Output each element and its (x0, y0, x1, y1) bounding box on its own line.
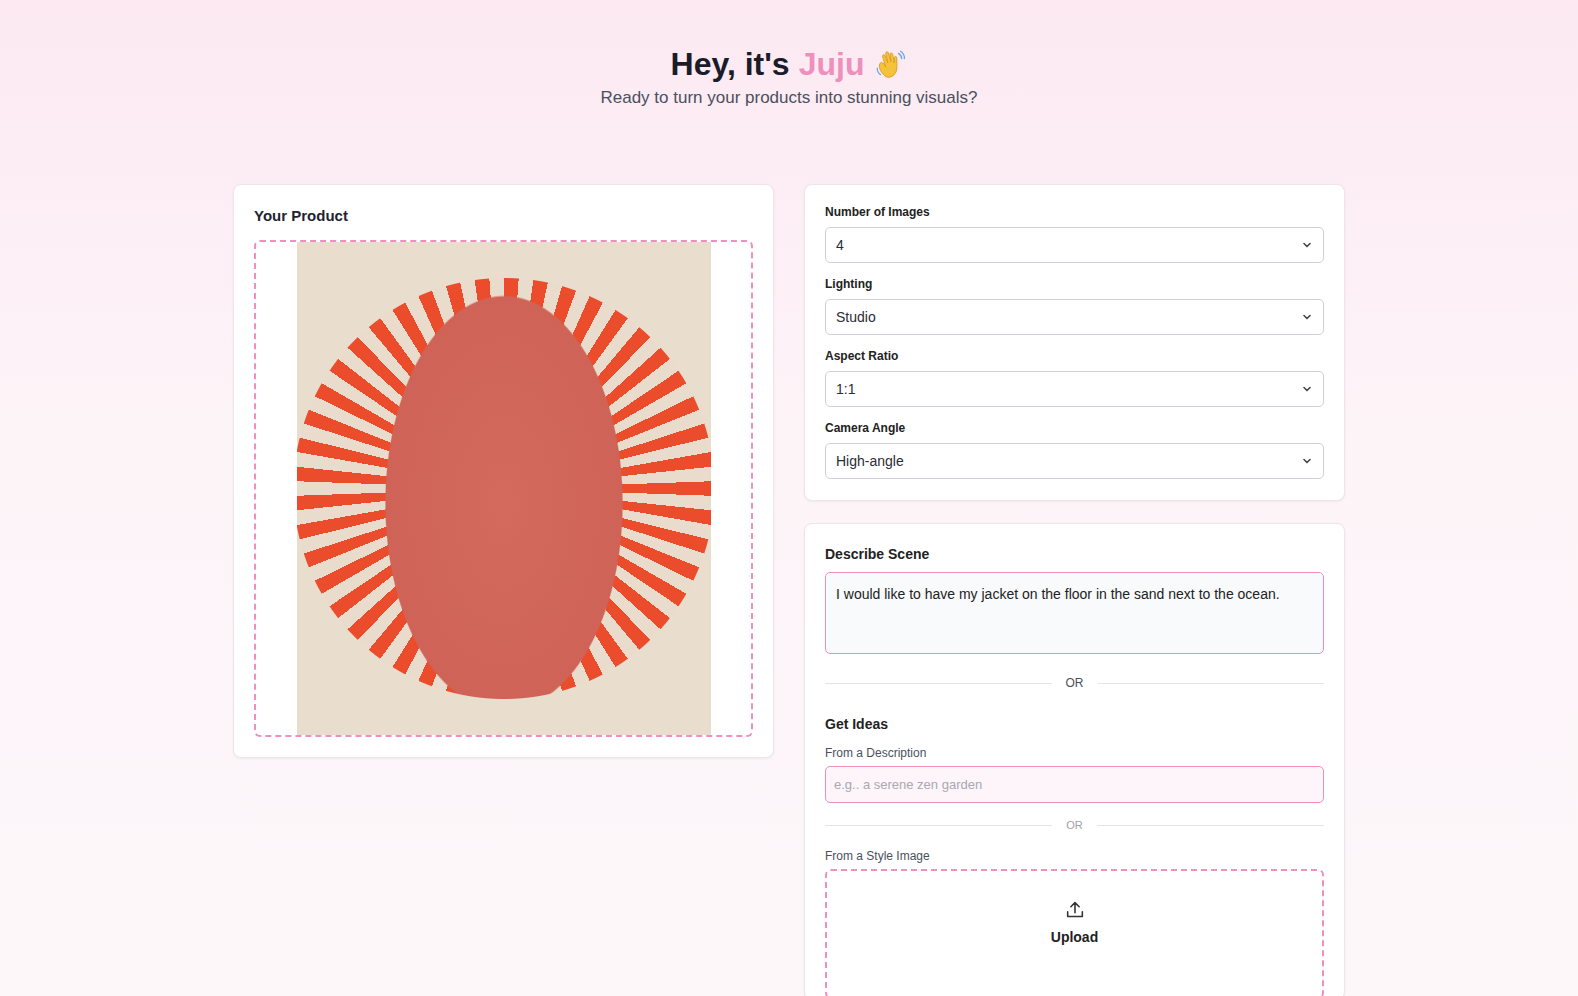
subtitle: Ready to turn your products into stunnin… (0, 88, 1578, 108)
setting-field: Lighting Studio (825, 277, 1324, 335)
description-input[interactable]: e.g.. a serene zen garden (825, 766, 1324, 803)
or-divider: OR (825, 819, 1324, 831)
settings-card: Number of Images 4 Lighting Studio Aspect Ra… (804, 184, 1345, 501)
setting-label: Aspect Ratio (825, 349, 1324, 363)
greeting-title: Hey, it'sJuju (0, 44, 1578, 84)
greeting-text: Hey, it's (671, 44, 790, 84)
select-value: High-angle (836, 453, 904, 469)
upload-text: Upload (1051, 929, 1098, 945)
setting-label: Camera Angle (825, 421, 1324, 435)
or-divider: OR (825, 676, 1324, 690)
divider-line (1097, 825, 1324, 826)
product-dropzone[interactable] (254, 240, 753, 737)
description-label: From a Description (825, 746, 1324, 760)
chevron-down-icon (1301, 239, 1313, 251)
main-grid: Your Product Number of Images 4 Lighting Stu… (233, 184, 1345, 996)
chevron-down-icon (1301, 455, 1313, 467)
setting-field: Camera Angle High-angle (825, 421, 1324, 479)
ideas-title: Get Ideas (825, 716, 1324, 732)
scene-title: Describe Scene (825, 546, 1324, 562)
divider-line (825, 683, 1052, 684)
divider-line (825, 825, 1052, 826)
select-value: 1:1 (836, 381, 855, 397)
setting-select[interactable]: 4 (825, 227, 1324, 263)
setting-label: Number of Images (825, 205, 1324, 219)
style-image-label: From a Style Image (825, 849, 1324, 863)
setting-field: Number of Images 4 (825, 205, 1324, 263)
product-title: Your Product (254, 207, 753, 224)
brand-name: Juju (799, 44, 865, 84)
select-value: 4 (836, 237, 844, 253)
style-upload[interactable]: Upload (825, 869, 1324, 996)
divider-line (1098, 683, 1325, 684)
setting-select[interactable]: 1:1 (825, 371, 1324, 407)
waving-hand-icon (873, 47, 907, 81)
setting-label: Lighting (825, 277, 1324, 291)
setting-select[interactable]: Studio (825, 299, 1324, 335)
page: Hey, it'sJuju Ready to turn your products… (0, 0, 1578, 996)
header: Hey, it'sJuju Ready to turn your products… (0, 0, 1578, 108)
scene-card: Describe Scene I would like to have my ja… (804, 523, 1345, 996)
chevron-down-icon (1301, 311, 1313, 323)
divider-text: OR (1066, 676, 1084, 690)
setting-field: Aspect Ratio 1:1 (825, 349, 1324, 407)
divider-text: OR (1066, 819, 1083, 831)
product-card: Your Product (233, 184, 774, 758)
upload-icon (1064, 899, 1086, 921)
select-value: Studio (836, 309, 876, 325)
right-column: Number of Images 4 Lighting Studio Aspect Ra… (804, 184, 1345, 996)
setting-select[interactable]: High-angle (825, 443, 1324, 479)
chevron-down-icon (1301, 383, 1313, 395)
scene-textarea[interactable]: I would like to have my jacket on the fl… (825, 572, 1324, 654)
product-photo (297, 242, 711, 735)
